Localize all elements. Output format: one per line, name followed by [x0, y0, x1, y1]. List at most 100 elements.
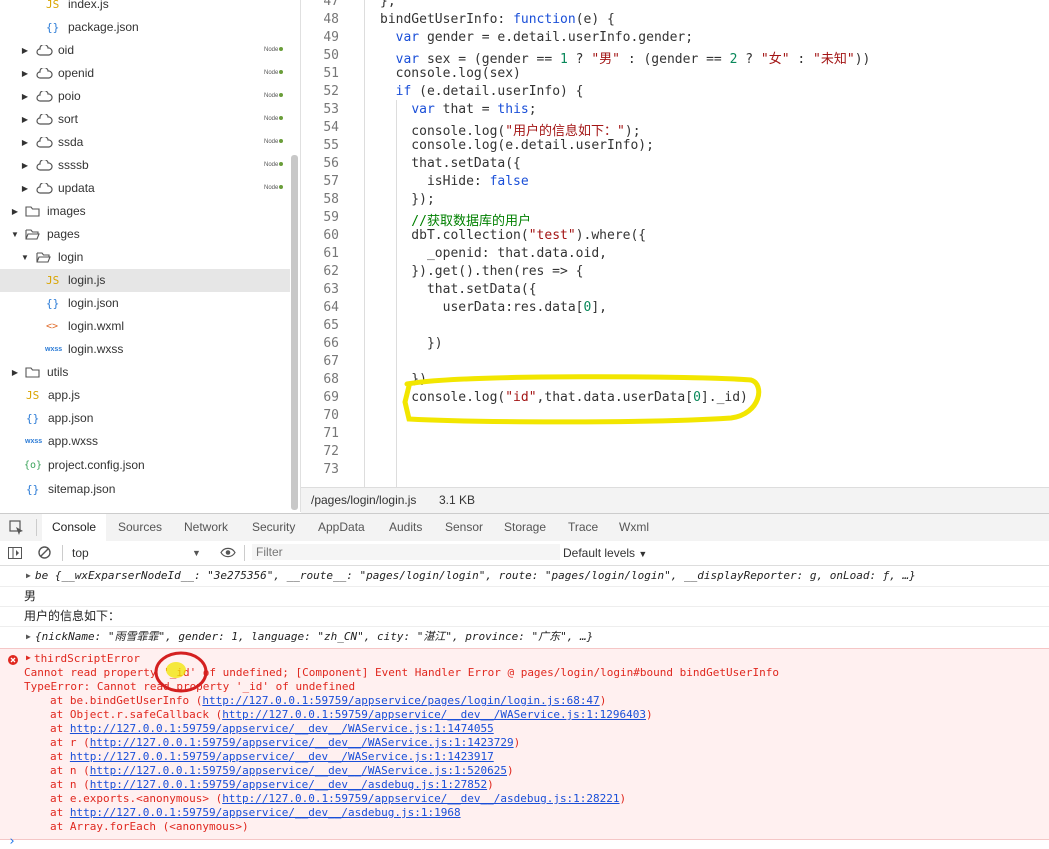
stack-frame-link[interactable]: http://127.0.0.1:59759/appservice/__dev_… — [90, 736, 514, 749]
code-line[interactable]: }); — [380, 192, 435, 207]
tree-item-login-wxss[interactable]: wxss login.wxss — [0, 338, 290, 361]
stack-frame-link[interactable]: http://127.0.0.1:59759/appservice/__dev_… — [222, 792, 619, 805]
tree-item-login-json[interactable]: {} login.json — [0, 292, 290, 315]
tree-item-app-js[interactable]: JS app.js — [0, 384, 290, 407]
code-line[interactable]: }).get().then(res => { — [380, 264, 583, 279]
tree-item-sitemap-json[interactable]: {} sitemap.json — [0, 478, 290, 501]
error-message: Cannot read property '_id' of undefined;… — [24, 666, 779, 679]
tree-item-app-wxss[interactable]: wxss app.wxss — [0, 430, 290, 453]
stack-frame: at http://127.0.0.1:59759/appservice/__d… — [50, 806, 461, 819]
tab-security[interactable]: Security — [252, 514, 295, 541]
tab-wxml[interactable]: Wxml — [619, 514, 649, 541]
tab-trace[interactable]: Trace — [568, 514, 598, 541]
stack-frame-link[interactable]: http://127.0.0.1:59759/appservice/__dev_… — [70, 806, 461, 819]
tab-sources[interactable]: Sources — [118, 514, 162, 541]
code-line[interactable]: console.log("用户的信息如下："); — [380, 120, 640, 139]
code-line[interactable]: isHide: false — [380, 174, 529, 189]
wxss-file-icon: wxss — [45, 346, 63, 353]
code-line[interactable]: console.log(sex) — [380, 66, 521, 81]
stack-frame-link[interactable]: http://127.0.0.1:59759/appservice/pages/… — [202, 694, 599, 707]
code-line[interactable]: console.log(e.detail.userInfo); — [380, 138, 654, 153]
tab-sensor[interactable]: Sensor — [445, 514, 483, 541]
code-line[interactable]: dbT.collection("test").where({ — [380, 228, 646, 243]
console-filter-input[interactable] — [252, 544, 560, 560]
tab-appdata[interactable]: AppData — [318, 514, 365, 541]
js-file-icon: JS — [46, 274, 60, 287]
tree-item-label: login.js — [68, 273, 106, 287]
tree-item-openid[interactable]: ▶ openid Node — [0, 62, 290, 85]
console-log-row[interactable]: ▶ be {__wxExparserNodeId__: "3e275356", … — [0, 566, 1049, 587]
tree-item-project-config[interactable]: {o} project.config.json — [0, 454, 290, 477]
tree-item-login-js[interactable]: JS login.js — [0, 269, 290, 292]
stack-frame-label: at Array.forEach (<anonymous>) — [50, 820, 249, 833]
tree-item-label: images — [47, 204, 86, 218]
tree-item-ssssb[interactable]: ▶ ssssb Node — [0, 154, 290, 177]
tree-item-login-wxml[interactable]: <> login.wxml — [0, 315, 290, 338]
code-line[interactable]: var that = this; — [380, 102, 536, 117]
stack-frame-link[interactable]: http://127.0.0.1:59759/appservice/__dev_… — [222, 708, 646, 721]
stack-frame-link[interactable]: http://127.0.0.1:59759/appservice/__dev_… — [90, 778, 487, 791]
tree-item-index-js[interactable]: JS index.js — [0, 0, 290, 16]
line-number: 72 — [323, 444, 339, 459]
tree-item-utils[interactable]: ▶ utils — [0, 361, 290, 384]
tab-audits[interactable]: Audits — [389, 514, 422, 541]
code-editor[interactable]: 47}, 48 bindGetUserInfo: function(e) {49 v… — [301, 0, 1049, 487]
code-line[interactable]: }, — [380, 0, 396, 9]
stack-frame-link[interactable]: http://127.0.0.1:59759/appservice/__dev_… — [70, 750, 494, 763]
code-line[interactable]: //获取数据库的用户 — [380, 210, 531, 229]
context-selector[interactable]: top — [72, 541, 89, 565]
cloud-function-icon — [36, 114, 53, 125]
stack-frame-link[interactable]: http://127.0.0.1:59759/appservice/__dev_… — [90, 764, 507, 777]
tree-item-updata[interactable]: ▶ updata Node — [0, 177, 290, 200]
tree-item-sort[interactable]: ▶ sort Node — [0, 108, 290, 131]
inspect-element-icon[interactable] — [9, 520, 24, 535]
code-line[interactable]: that.setData({ — [380, 282, 537, 297]
tree-item-oid[interactable]: ▶ oid Node — [0, 39, 290, 62]
tree-item-package-json[interactable]: {} package.json — [0, 16, 290, 39]
stack-frame: at Array.forEach (<anonymous>) — [50, 820, 249, 833]
chevron-right-icon: ▶ — [21, 115, 29, 124]
line-number: 54 — [323, 120, 339, 135]
code-line[interactable]: }) — [380, 336, 443, 351]
tree-item-pages[interactable]: ▼ pages — [0, 223, 290, 246]
tree-item-label: package.json — [68, 20, 139, 34]
tree-item-images[interactable]: ▶ images — [0, 200, 290, 223]
tree-item-login-folder[interactable]: ▼ login — [0, 246, 290, 269]
tree-scrollbar[interactable] — [291, 155, 298, 510]
code-line[interactable]: var gender = e.detail.userInfo.gender; — [380, 30, 693, 45]
stack-frame: at n (http://127.0.0.1:59759/appservice/… — [50, 778, 494, 791]
tree-item-app-json[interactable]: {} app.json — [0, 407, 290, 430]
console-error-entry[interactable]: ▶ thirdScriptError Cannot read property … — [0, 648, 1049, 840]
tree-item-ssda[interactable]: ▶ ssda Node — [0, 131, 290, 154]
tab-storage[interactable]: Storage — [504, 514, 546, 541]
stack-frame: at Object.r.safeCallback (http://127.0.0… — [50, 708, 653, 721]
code-line[interactable]: bindGetUserInfo: function(e) { — [380, 12, 615, 27]
tree-item-poio[interactable]: ▶ poio Node — [0, 85, 290, 108]
chevron-right-icon: ▶ — [11, 207, 19, 216]
log-levels-dropdown[interactable]: Default levels ▼ — [563, 541, 647, 566]
line-number: 61 — [323, 246, 339, 261]
code-line[interactable]: if (e.detail.userInfo) { — [380, 84, 584, 99]
stack-frame-link[interactable]: http://127.0.0.1:59759/appservice/__dev_… — [70, 722, 494, 735]
stack-frame-end: ) — [506, 764, 514, 777]
tab-console[interactable]: Console — [42, 514, 107, 543]
tree-item-label: poio — [58, 89, 81, 103]
code-line[interactable]: var sex = (gender == 1 ? "男" : (gender =… — [380, 48, 871, 67]
line-number: 67 — [323, 354, 339, 369]
tree-item-label: login.wxml — [68, 319, 125, 333]
code-line[interactable]: userData:res.data[0], — [380, 300, 607, 315]
tree-item-label: login.wxss — [68, 342, 124, 356]
code-line[interactable]: that.setData({ — [380, 156, 521, 171]
tree-item-label: login.json — [68, 296, 119, 310]
stack-frame-end: ) — [646, 708, 653, 721]
console-log-row[interactable]: ▶ {nickName: "雨雪霏霏", gender: 1, language… — [0, 626, 1049, 649]
tab-network[interactable]: Network — [184, 514, 228, 541]
code-line[interactable]: _openid: that.data.oid, — [380, 246, 607, 261]
folder-icon — [25, 367, 40, 378]
chevron-down-icon: ▼ — [21, 253, 29, 262]
sidebar-toggle-icon[interactable] — [8, 547, 22, 559]
line-number: 51 — [323, 66, 339, 81]
eye-icon[interactable] — [220, 547, 236, 558]
json-file-icon: {} — [26, 412, 40, 425]
clear-console-icon[interactable] — [38, 546, 51, 559]
